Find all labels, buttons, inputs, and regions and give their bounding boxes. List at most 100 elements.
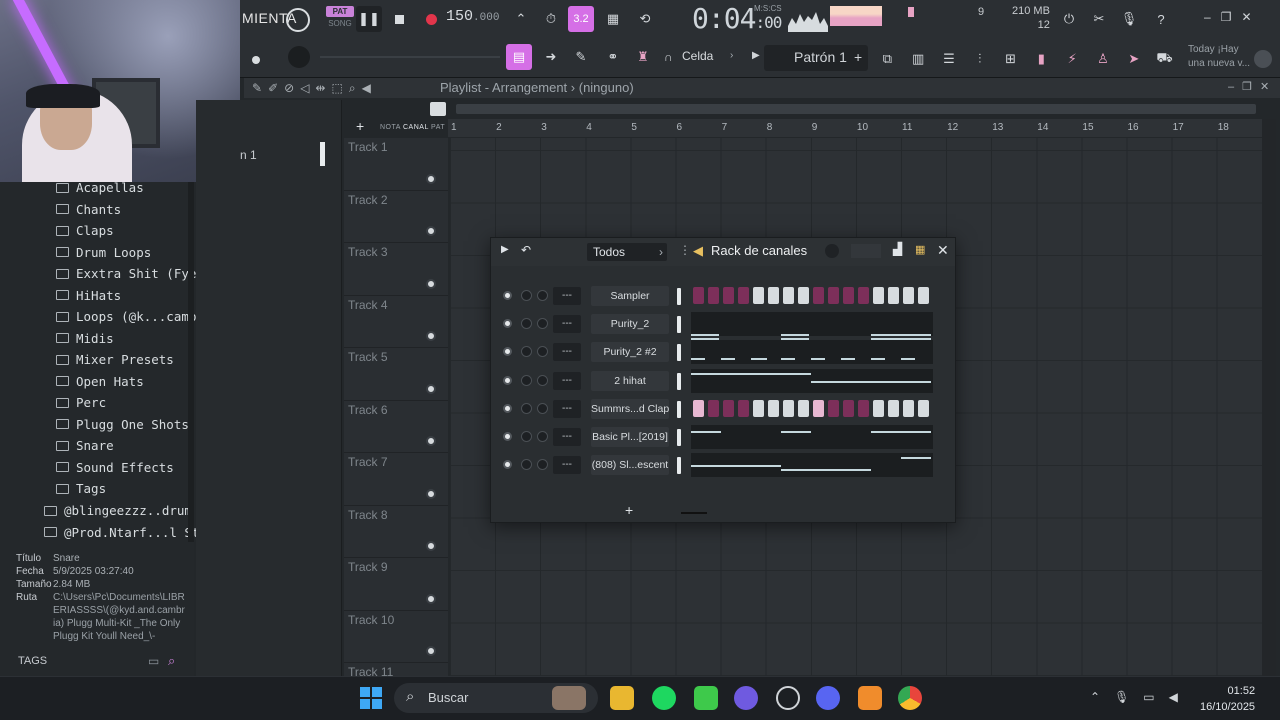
- track-header[interactable]: Track 1: [344, 138, 448, 191]
- track-header[interactable]: Track 4: [344, 296, 448, 348]
- channel-mute-led[interactable]: [503, 291, 512, 300]
- swing-knob[interactable]: [825, 244, 839, 258]
- step-button[interactable]: [858, 399, 869, 417]
- step-button[interactable]: [798, 287, 809, 304]
- picker-scroll-marker[interactable]: [320, 142, 325, 166]
- channel-mixer-track[interactable]: ---: [553, 428, 581, 446]
- step-button[interactable]: [918, 399, 929, 417]
- step-edit-button[interactable]: 3.2: [568, 6, 594, 32]
- channel-select-indicator[interactable]: [677, 457, 681, 475]
- step-button[interactable]: [873, 287, 884, 304]
- step-button[interactable]: [783, 399, 794, 417]
- channel-pan-knob[interactable]: [537, 402, 548, 414]
- discord-icon[interactable]: [816, 686, 840, 710]
- track-mute-button[interactable]: [426, 436, 436, 446]
- metronome-button[interactable]: ⌃: [508, 6, 534, 32]
- sliders-icon[interactable]: ⫶: [968, 46, 991, 72]
- channel-pan-knob[interactable]: [537, 290, 548, 301]
- channel-name-button[interactable]: Purity_2: [591, 314, 669, 335]
- step-button[interactable]: [813, 287, 824, 304]
- step-button[interactable]: [843, 399, 854, 417]
- channel-mute-led[interactable]: [503, 375, 512, 385]
- select-tool-icon[interactable]: ⬚: [331, 81, 348, 95]
- stamp-button[interactable]: ♜: [630, 44, 656, 70]
- step-button[interactable]: [738, 287, 749, 304]
- chevron-up-icon[interactable]: ⌃: [1090, 690, 1114, 704]
- stop-button[interactable]: [386, 6, 412, 32]
- track-header[interactable]: Track 2: [344, 191, 448, 243]
- mini-piano-roll[interactable]: [691, 368, 933, 393]
- channel-volume-knob[interactable]: [521, 346, 532, 358]
- plugin-icon[interactable]: ⊞: [999, 46, 1022, 72]
- channel-volume-knob[interactable]: [521, 459, 532, 471]
- rack-channel-row[interactable]: --- 2 hihat: [499, 368, 939, 393]
- step-button[interactable]: [828, 399, 839, 417]
- channel-pan-knob[interactable]: [537, 374, 548, 386]
- master-volume-knob[interactable]: [286, 8, 310, 32]
- piano-keys-icon[interactable]: [430, 102, 446, 116]
- close-icon[interactable]: ✕: [1241, 10, 1261, 24]
- playlist-ruler[interactable]: 1 2 3 4 5 6 7 8 9 10 11 12 13 14 15 16 17 18: [448, 119, 1262, 137]
- channel-mixer-track[interactable]: ---: [553, 456, 581, 475]
- person-icon[interactable]: ♙: [1092, 46, 1115, 72]
- chat-icon[interactable]: [734, 686, 758, 710]
- windows-start-icon[interactable]: [360, 687, 382, 709]
- mini-piano-roll[interactable]: [691, 312, 933, 341]
- forward-button[interactable]: ➜: [538, 44, 564, 70]
- step-button[interactable]: [828, 287, 839, 304]
- restore-icon[interactable]: ❐: [1221, 10, 1242, 24]
- channel-mute-led[interactable]: [503, 319, 512, 329]
- step-button[interactable]: [693, 399, 704, 417]
- picker-pattern-label[interactable]: n 1: [240, 148, 257, 162]
- mute-tool-icon[interactable]: ◁: [300, 81, 315, 95]
- channel-volume-knob[interactable]: [521, 318, 532, 330]
- channel-name-button[interactable]: Purity_2 #2: [591, 342, 669, 363]
- play-button[interactable]: ❚❚: [356, 6, 382, 32]
- rack-channel-row[interactable]: --- (808) Sl...escent: [499, 453, 939, 478]
- channel-pan-knob[interactable]: [537, 318, 548, 330]
- blend-notes-button[interactable]: ▦: [600, 6, 626, 32]
- microphone-icon[interactable]: 🎙: [1114, 690, 1143, 704]
- channel-mute-led[interactable]: [503, 432, 512, 441]
- mini-piano-roll[interactable]: [691, 340, 933, 365]
- channel-pan-knob[interactable]: [537, 459, 548, 471]
- step-button[interactable]: [903, 287, 914, 304]
- playlist-minimize-icon[interactable]: –: [1228, 81, 1242, 93]
- rack-scroll-handle[interactable]: [681, 512, 707, 514]
- step-button[interactable]: [798, 399, 809, 417]
- step-button[interactable]: [753, 399, 764, 417]
- step-button[interactable]: [873, 399, 884, 417]
- channel-mixer-track[interactable]: ---: [553, 343, 581, 362]
- add-track-icon[interactable]: +: [356, 118, 364, 134]
- step-button[interactable]: [738, 399, 749, 417]
- zoom-tool-icon[interactable]: ⌕: [349, 81, 362, 95]
- graph-icon[interactable]: ▟: [893, 242, 902, 256]
- rack-filter-select[interactable]: Todos ›: [587, 243, 667, 261]
- loop-record-button[interactable]: ⟲: [632, 6, 658, 32]
- rack-undo-icon[interactable]: ↶: [521, 243, 531, 257]
- record-button[interactable]: [418, 6, 444, 32]
- channel-select-indicator[interactable]: [677, 372, 681, 390]
- channel-volume-knob[interactable]: [521, 431, 532, 442]
- track-mute-button[interactable]: [426, 173, 436, 184]
- volume-icon[interactable]: ◀: [1169, 690, 1192, 704]
- channel-select-indicator[interactable]: [677, 288, 681, 305]
- tempo-display[interactable]: 150.000: [446, 8, 499, 25]
- channel-mixer-track[interactable]: ---: [553, 371, 581, 390]
- channel-pan-knob[interactable]: [537, 346, 548, 358]
- send-icon[interactable]: ➤: [1122, 46, 1145, 72]
- channel-mixer-track[interactable]: ---: [553, 399, 581, 418]
- mini-piano-roll[interactable]: [691, 425, 933, 449]
- step-button[interactable]: [768, 399, 779, 417]
- rack-channel-row[interactable]: --- Basic Pl...[2019]: [499, 425, 939, 449]
- track-header[interactable]: Track 3: [344, 243, 448, 296]
- playlist-maximize-icon[interactable]: ❐: [1242, 81, 1260, 93]
- minimize-icon[interactable]: –: [1204, 10, 1221, 24]
- taskbar-clock[interactable]: 01:52 16/10/2025: [1200, 683, 1255, 715]
- pat-song-toggle[interactable]: PAT SONG: [326, 6, 354, 32]
- channel-select-indicator[interactable]: [677, 344, 681, 362]
- delete-tool-icon[interactable]: ⊘: [284, 81, 300, 95]
- play-tool-icon[interactable]: ◀: [362, 81, 377, 95]
- step-button[interactable]: [693, 287, 704, 304]
- step-button[interactable]: [858, 287, 869, 304]
